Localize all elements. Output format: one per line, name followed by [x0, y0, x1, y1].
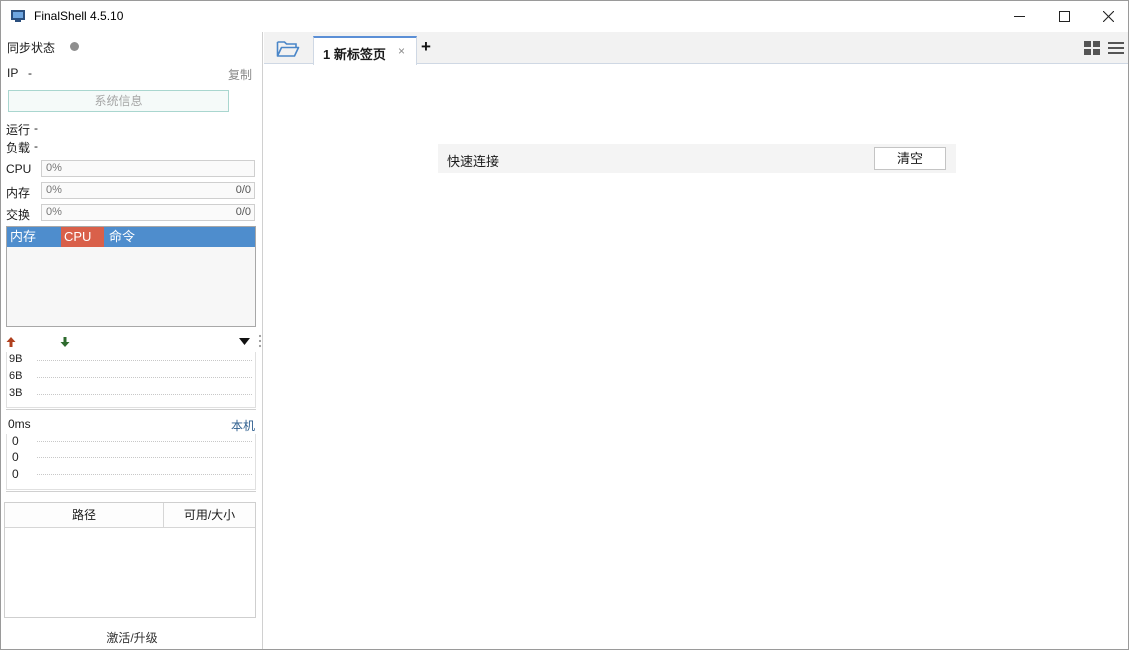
ping-axis-label: 0: [12, 434, 19, 448]
swap-usage-bar: 0% 0/0: [41, 204, 255, 221]
tab-label: 1 新标签页: [323, 47, 386, 62]
load-label: 负载: [6, 141, 31, 155]
load-value: -: [34, 139, 38, 153]
system-info-button[interactable]: 系统信息: [8, 90, 229, 112]
ip-label: IP: [7, 66, 19, 80]
process-table-header: 内存 CPU 命令: [7, 227, 255, 247]
sync-status-label: 同步状态: [7, 41, 56, 55]
drag-handle-icon[interactable]: [258, 334, 262, 348]
quick-connect-label: 快速连接: [447, 154, 500, 169]
open-folder-icon[interactable]: [276, 39, 300, 59]
ping-latency-chart: 0 0 0: [6, 434, 256, 490]
gridline: [37, 441, 252, 442]
gridline: [37, 360, 252, 361]
network-axis-label: 3B: [9, 387, 23, 399]
ip-value: -: [28, 66, 32, 80]
gridline: [37, 377, 252, 378]
network-axis-label: 6B: [9, 370, 23, 382]
cpu-label: CPU: [6, 162, 32, 176]
maximize-icon: [1058, 11, 1070, 22]
memory-usage-bar: 0% 0/0: [41, 182, 255, 199]
upload-arrow-icon: [6, 337, 16, 347]
process-col-memory[interactable]: 内存: [7, 227, 61, 247]
uptime-label: 运行: [6, 123, 31, 137]
divider: [6, 409, 256, 410]
copy-ip-link[interactable]: 复制: [228, 66, 252, 83]
quick-connect-bar: 快速连接 清空: [438, 144, 956, 173]
ping-axis-label: 0: [12, 450, 19, 464]
ping-axis-label: 0: [12, 467, 19, 481]
gridline: [37, 474, 252, 475]
cpu-usage-value: 0%: [46, 162, 62, 174]
title-bar: FinalShell 4.5.10: [1, 1, 1128, 32]
main-area: 1 新标签页 × + 快速连接 清空: [264, 32, 1128, 649]
sync-status-indicator: [70, 42, 79, 51]
network-interface-dropdown-icon[interactable]: [239, 338, 250, 346]
gridline: [37, 394, 252, 395]
disk-col-free-size[interactable]: 可用/大小: [164, 503, 255, 528]
network-speed-chart: 9B 6B 3B: [6, 352, 256, 408]
close-icon: [1102, 11, 1114, 22]
process-col-command[interactable]: 命令: [106, 227, 166, 247]
window-title: FinalShell 4.5.10: [34, 9, 124, 23]
tab-bar: 1 新标签页 × +: [264, 32, 1128, 65]
uptime-value: -: [34, 121, 38, 135]
swap-usage-ratio: 0/0: [235, 206, 251, 218]
disk-table-header: 路径 可用/大小: [5, 503, 255, 528]
memory-usage-value: 0%: [46, 184, 62, 196]
finalshell-logo-icon: [11, 10, 25, 22]
add-tab-icon[interactable]: +: [421, 37, 431, 57]
network-axis-label: 9B: [9, 353, 23, 365]
close-tab-icon[interactable]: ×: [398, 44, 405, 58]
ping-latency: 0ms: [8, 417, 31, 431]
minimize-button[interactable]: [996, 1, 1042, 32]
app-window: FinalShell 4.5.10 同步状态 IP - 复制 系统信息 运行 -…: [0, 0, 1129, 650]
ping-host-selector[interactable]: 本机: [231, 417, 255, 434]
gridline: [37, 457, 252, 458]
session-info-sidebar: 同步状态 IP - 复制 系统信息 运行 - 负载 - CPU 0% 内存 0%…: [1, 32, 263, 649]
cpu-usage-bar: 0%: [41, 160, 255, 177]
activate-upgrade-link[interactable]: 激活/升级: [1, 629, 263, 646]
process-col-cpu[interactable]: CPU: [61, 227, 104, 247]
swap-usage-value: 0%: [46, 206, 62, 218]
memory-usage-ratio: 0/0: [235, 184, 251, 196]
process-table: 内存 CPU 命令: [6, 226, 256, 327]
clear-button[interactable]: 清空: [874, 147, 946, 170]
disk-col-path[interactable]: 路径: [5, 503, 164, 528]
tab-new-tab[interactable]: 1 新标签页 ×: [313, 36, 417, 65]
download-arrow-icon: [60, 337, 70, 347]
memory-label: 内存: [6, 186, 31, 200]
grid-layout-icon[interactable]: [1083, 40, 1101, 56]
swap-label: 交换: [6, 208, 31, 222]
minimize-icon: [1013, 16, 1025, 17]
close-window-button[interactable]: [1085, 1, 1129, 32]
maximize-button[interactable]: [1041, 1, 1087, 32]
divider: [6, 491, 256, 492]
menu-icon[interactable]: [1107, 40, 1125, 56]
disk-table: 路径 可用/大小: [4, 502, 256, 618]
